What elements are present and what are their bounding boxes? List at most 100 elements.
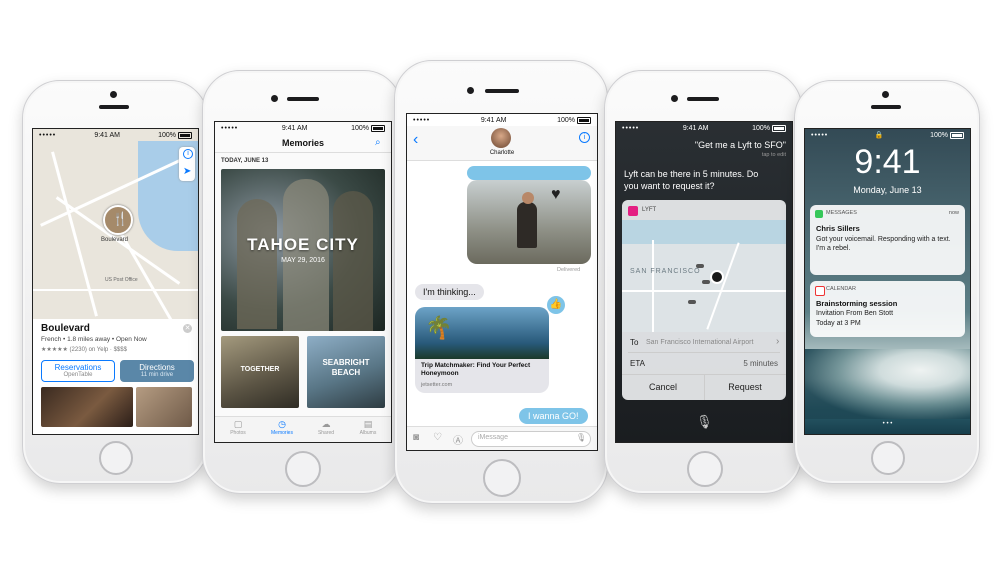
request-button[interactable]: Request <box>704 382 786 392</box>
tab-photos[interactable]: ▢ Photos <box>223 419 253 436</box>
tab-bar: ▢ Photos ◷ Memories ☁ Shared ▤ Albums <box>215 416 391 442</box>
tab-albums[interactable]: ▤ Albums <box>353 419 383 436</box>
place-pin[interactable]: 🍴 <box>103 205 133 235</box>
speaker <box>99 105 129 109</box>
input-bar: ◙ ♡ Ⓐ iMessage 🎙 <box>407 426 597 450</box>
photos-screen: ••••• 9:41 AM 100% Memories ⌕ TODAY, JUN… <box>214 121 392 443</box>
place-details: French • 1.8 miles away • Open Now <box>41 336 147 343</box>
nav-bar: ‹ Charlotte i <box>407 126 597 161</box>
front-camera <box>671 95 678 102</box>
sent-bubble[interactable]: I wanna GO! <box>519 408 588 424</box>
section-header: TODAY, JUNE 13 <box>221 158 269 164</box>
lyft-map[interactable]: SAN FRANCISCO <box>622 220 786 332</box>
speaker <box>687 97 719 101</box>
info-icon: i <box>183 149 193 159</box>
battery-icon <box>771 124 786 132</box>
place-photo-2[interactable] <box>136 387 192 427</box>
sent-photo[interactable]: ♥ <box>467 180 591 264</box>
camera-icon[interactable]: ◙ <box>413 432 419 443</box>
home-button[interactable] <box>99 441 133 475</box>
chevron-right-icon[interactable]: › <box>776 336 779 347</box>
delivered-label: Delivered <box>557 267 581 273</box>
status-bar: ••••• 🔒 100% <box>805 129 970 141</box>
lock-time: 9:41 <box>854 143 921 181</box>
destination-value[interactable]: San Francisco International Airport <box>646 339 753 346</box>
sticker-bubble[interactable] <box>467 166 591 180</box>
phone-lock: ••••• 🔒 100% 9:41 Monday, June 13 MESSAG… <box>794 80 980 484</box>
speaker <box>871 105 901 109</box>
location-arrow-icon[interactable]: ➤ <box>183 166 191 177</box>
pickup-pin[interactable] <box>710 270 724 284</box>
car-marker <box>696 264 704 268</box>
palm-tree-icon: 🌴 <box>425 315 453 340</box>
search-icon[interactable]: ⌕ <box>375 137 381 148</box>
page-dots: • • • <box>882 421 893 427</box>
messages-screen: ••••• 9:41 AM 100% ‹ Charlotte i ♥ Deliv… <box>406 113 598 451</box>
lyft-card[interactable]: LYFT SAN FRANCISCO To San Francisco Inte… <box>622 200 786 400</box>
place-rating: ★★★★★ (2230) on Yelp · $$$$ <box>41 347 127 353</box>
status-bar: ••••• 9:41 AM 100% <box>215 122 391 134</box>
notification-calendar[interactable]: CALENDAR Brainstorming session Invitatio… <box>810 281 965 337</box>
memory-tile-seabright[interactable]: SEABRIGHT BEACH <box>307 336 385 408</box>
lock-icon: 🔒 <box>874 132 884 139</box>
eta-value: 5 minutes <box>743 359 778 368</box>
place-photo-1[interactable] <box>41 387 133 427</box>
digital-touch-icon[interactable]: ♡ <box>433 432 442 443</box>
tab-memories[interactable]: ◷ Memories <box>267 419 297 436</box>
wave-wallpaper <box>805 349 970 419</box>
speaker <box>485 89 519 93</box>
tap-to-edit[interactable]: tap to edit <box>762 152 786 158</box>
home-button[interactable] <box>483 459 521 497</box>
memory-date: MAY 29, 2016 <box>281 257 325 264</box>
home-button[interactable] <box>871 441 905 475</box>
car-marker <box>702 280 710 284</box>
siri-query[interactable]: "Get me a Lyft to SFO" <box>695 140 786 150</box>
home-button[interactable] <box>687 451 723 487</box>
battery-icon <box>177 131 192 139</box>
tab-shared[interactable]: ☁ Shared <box>311 419 341 436</box>
info-button[interactable]: i ➤ <box>179 147 195 181</box>
message-input[interactable]: iMessage 🎙 <box>471 431 591 447</box>
phone-maps: ••••• 9:41 AM 100% i ➤ 🍴 Boulevard US Po… <box>22 80 208 484</box>
phone-photos: ••••• 9:41 AM 100% Memories ⌕ TODAY, JUN… <box>202 70 402 494</box>
status-bar: ••••• 9:41 AM 100% <box>616 122 792 134</box>
status-bar: ••••• 9:41 AM 100% <box>33 129 198 141</box>
speaker <box>287 97 319 101</box>
memory-hero[interactable]: TAHOE CITY MAY 29, 2016 <box>221 169 385 331</box>
memory-tile-together[interactable]: TOGETHER <box>221 336 299 408</box>
siri-microphone-icon[interactable]: 🎙 <box>696 414 713 430</box>
lyft-app-icon <box>628 206 638 216</box>
microphone-icon[interactable]: 🎙 <box>576 433 586 442</box>
details-info-icon[interactable]: i <box>579 132 590 143</box>
contact-name: Charlotte <box>489 150 515 156</box>
battery-icon <box>949 131 964 139</box>
place-name: Boulevard <box>41 323 90 334</box>
maps-screen: ••••• 9:41 AM 100% i ➤ 🍴 Boulevard US Po… <box>32 128 199 435</box>
heart-sticker: ♥ <box>551 186 561 203</box>
back-chevron-icon[interactable]: ‹ <box>413 131 418 149</box>
memory-title: TAHOE CITY <box>247 235 359 254</box>
siri-screen: ••••• 9:41 AM 100% "Get me a Lyft to SFO… <box>615 121 793 443</box>
poi-post-office: US Post Office <box>105 277 138 283</box>
received-bubble[interactable]: I'm thinking... <box>415 284 484 300</box>
app-store-icon[interactable]: Ⓐ <box>453 432 463 447</box>
close-icon[interactable]: ✕ <box>183 324 192 333</box>
home-button[interactable] <box>285 451 321 487</box>
car-marker <box>688 300 696 304</box>
reservations-button[interactable]: Reservations OpenTable <box>41 360 115 382</box>
calendar-app-icon <box>815 286 825 296</box>
fork-knife-icon: 🍴 <box>112 211 129 226</box>
notification-messages[interactable]: MESSAGES now Chris Sillers Got your voic… <box>810 205 965 275</box>
cancel-button[interactable]: Cancel <box>622 382 704 392</box>
lock-screen: ••••• 🔒 100% 9:41 Monday, June 13 MESSAG… <box>804 128 971 435</box>
page-title: Memories <box>281 138 325 148</box>
messages-app-icon <box>815 210 823 218</box>
front-camera <box>271 95 278 102</box>
front-camera <box>882 91 889 98</box>
battery-icon <box>576 116 591 124</box>
link-preview[interactable]: 🌴 Trip Matchmaker: Find Your Perfect Hon… <box>415 307 549 393</box>
battery-icon <box>370 124 385 132</box>
place-card[interactable]: Boulevard ✕ French • 1.8 miles away • Op… <box>33 319 198 434</box>
directions-button[interactable]: Directions 11 min drive <box>120 360 194 382</box>
contact-avatar[interactable] <box>491 128 511 148</box>
